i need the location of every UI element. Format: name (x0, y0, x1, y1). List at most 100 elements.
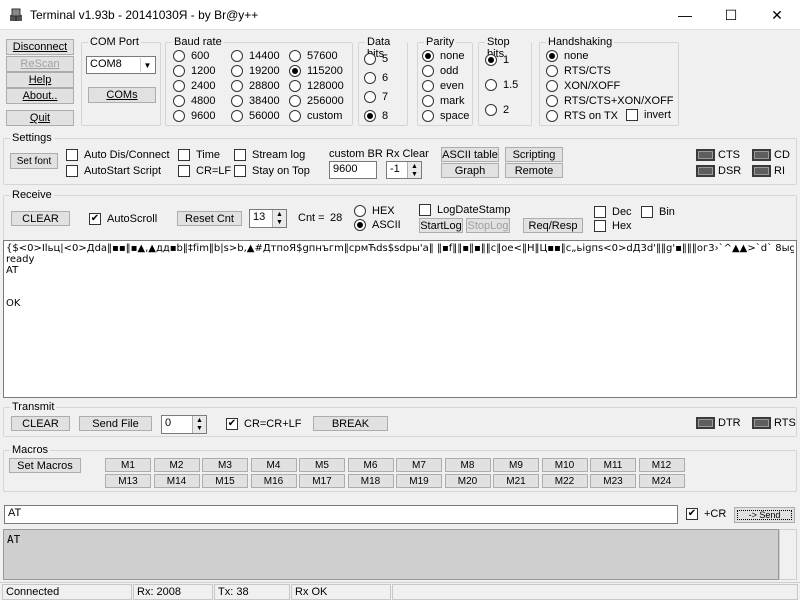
data-bits-radio-7[interactable]: 7 (364, 91, 388, 103)
handshaking-radio-2[interactable]: XON/XOFF (546, 80, 620, 92)
macro-button-m3[interactable]: M3 (202, 458, 248, 472)
ascii-radio[interactable]: ASCII (354, 219, 401, 231)
baud-radio-2400[interactable]: 2400 (173, 80, 215, 92)
baud-radio-9600[interactable]: 9600 (173, 110, 215, 122)
stop-bits-radio-0-dot[interactable] (485, 54, 497, 66)
command-input[interactable]: AT (4, 505, 678, 524)
stay-on-top-checkbox[interactable]: Stay on Top (234, 165, 310, 177)
macro-button-m13[interactable]: M13 (105, 474, 151, 488)
macro-button-m18[interactable]: M18 (347, 474, 394, 488)
baud-radio-1200-dot[interactable] (173, 65, 185, 77)
ascii-radio-dot[interactable] (354, 219, 366, 231)
baud-radio-57600[interactable]: 57600 (289, 50, 338, 62)
parity-radio-none-dot[interactable] (422, 50, 434, 62)
invert-checkbox[interactable]: invert (626, 109, 671, 121)
baud-radio-custom[interactable]: custom (289, 110, 342, 122)
baud-radio-600-dot[interactable] (173, 50, 185, 62)
macro-button-m17[interactable]: M17 (299, 474, 345, 488)
baud-radio-115200-dot[interactable] (289, 65, 301, 77)
stay-on-top-box[interactable] (234, 165, 246, 177)
auto-dis-connect-checkbox[interactable]: Auto Dis/Connect (66, 149, 170, 161)
stop-bits-radio-2-dot[interactable] (485, 104, 497, 116)
time-box[interactable] (178, 149, 190, 161)
dec-checkbox[interactable]: Dec (594, 206, 632, 218)
spin-down-icon[interactable]: ▼ (408, 170, 421, 178)
parity-radio-none[interactable]: none (422, 50, 464, 62)
data-bits-radio-8-dot[interactable] (364, 110, 376, 122)
rx-clear-spinner[interactable]: ▲ ▼ (407, 162, 421, 178)
handshaking-radio-3[interactable]: RTS/CTS+XON/XOFF (546, 95, 674, 107)
transmit-text-area[interactable]: AT (3, 529, 779, 580)
hex-checkbox[interactable]: Hex (594, 220, 632, 232)
macro-button-m15[interactable]: M15 (202, 474, 248, 488)
quit-button[interactable]: Quit (6, 110, 74, 126)
baud-radio-128000-dot[interactable] (289, 80, 301, 92)
macro-button-m16[interactable]: M16 (250, 474, 297, 488)
data-bits-radio-6[interactable]: 6 (364, 72, 388, 84)
reset-cnt-button[interactable]: Reset Cnt (177, 211, 242, 226)
plus-cr-box[interactable]: ✔ (686, 508, 698, 520)
macro-button-m4[interactable]: M4 (250, 458, 297, 472)
help-button[interactable]: Help (6, 72, 74, 88)
transmit-clear-button[interactable]: CLEAR (11, 416, 70, 431)
handshaking-radio-3-dot[interactable] (546, 95, 558, 107)
custom-br-input[interactable]: 9600 (329, 161, 377, 179)
macro-button-m12[interactable]: M12 (638, 458, 685, 472)
baud-radio-38400-dot[interactable] (231, 95, 243, 107)
cr-crlf-checkbox[interactable]: ✔ CR=CR+LF (226, 418, 301, 430)
hex-radio-dot[interactable] (354, 205, 366, 217)
dec-box[interactable] (594, 206, 606, 218)
data-bits-radio-7-dot[interactable] (364, 91, 376, 103)
scripting-button[interactable]: Scripting (505, 147, 563, 162)
baud-radio-custom-dot[interactable] (289, 110, 301, 122)
auto-dis-connect-box[interactable] (66, 149, 78, 161)
minimize-button[interactable]: — (662, 0, 708, 30)
cr-crlf-box[interactable]: ✔ (226, 418, 238, 430)
remote-button[interactable]: Remote (505, 163, 563, 178)
stop-bits-radio-1-dot[interactable] (485, 79, 497, 91)
rescan-button[interactable]: ReScan (6, 56, 74, 72)
data-bits-radio-5[interactable]: 5 (364, 53, 388, 65)
set-macros-button[interactable]: Set Macros (9, 458, 81, 473)
handshaking-radio-4[interactable]: RTS on TX (546, 110, 618, 122)
baud-radio-256000-dot[interactable] (289, 95, 301, 107)
baud-radio-19200-dot[interactable] (231, 65, 243, 77)
transmit-spin-input[interactable]: 0 ▲ ▼ (161, 415, 207, 434)
macro-button-m21[interactable]: M21 (493, 474, 539, 488)
plus-cr-checkbox[interactable]: ✔ +CR (686, 508, 726, 520)
bin-box[interactable] (641, 206, 653, 218)
bin-checkbox[interactable]: Bin (641, 206, 675, 218)
macro-button-m10[interactable]: M10 (541, 458, 588, 472)
baud-radio-600[interactable]: 600 (173, 50, 209, 62)
parity-radio-mark[interactable]: mark (422, 95, 464, 107)
cnt-spin-input[interactable]: 13 ▲ ▼ (249, 209, 287, 228)
handshaking-radio-4-dot[interactable] (546, 110, 558, 122)
parity-radio-space[interactable]: space (422, 110, 469, 122)
baud-radio-57600-dot[interactable] (289, 50, 301, 62)
macro-button-m24[interactable]: M24 (638, 474, 685, 488)
cnt-spinner[interactable]: ▲ ▼ (272, 210, 286, 227)
vertical-scrollbar[interactable] (779, 529, 797, 580)
parity-radio-even[interactable]: even (422, 80, 464, 92)
com-port-select[interactable]: COM8 ▼ (86, 56, 156, 74)
hex-radio[interactable]: HEX (354, 205, 395, 217)
data-bits-radio-6-dot[interactable] (364, 72, 376, 84)
macro-button-m6[interactable]: M6 (347, 458, 394, 472)
autostart-script-box[interactable] (66, 165, 78, 177)
macro-button-m1[interactable]: M1 (105, 458, 151, 472)
spin-up-icon[interactable]: ▲ (273, 210, 286, 219)
baud-radio-14400-dot[interactable] (231, 50, 243, 62)
baud-radio-38400[interactable]: 38400 (231, 95, 280, 107)
req-resp-button[interactable]: Req/Resp (523, 218, 583, 233)
baud-radio-9600-dot[interactable] (173, 110, 185, 122)
log-date-stamp-box[interactable] (419, 204, 431, 216)
handshaking-radio-1[interactable]: RTS/CTS (546, 65, 611, 77)
coms-button[interactable]: COMs (88, 87, 156, 103)
data-bits-radio-5-dot[interactable] (364, 53, 376, 65)
baud-radio-19200[interactable]: 19200 (231, 65, 280, 77)
parity-radio-mark-dot[interactable] (422, 95, 434, 107)
break-button[interactable]: BREAK (313, 416, 388, 431)
spin-down-icon[interactable]: ▼ (193, 424, 206, 433)
macro-button-m20[interactable]: M20 (444, 474, 491, 488)
stop-bits-radio-0[interactable]: 1 (485, 54, 509, 66)
